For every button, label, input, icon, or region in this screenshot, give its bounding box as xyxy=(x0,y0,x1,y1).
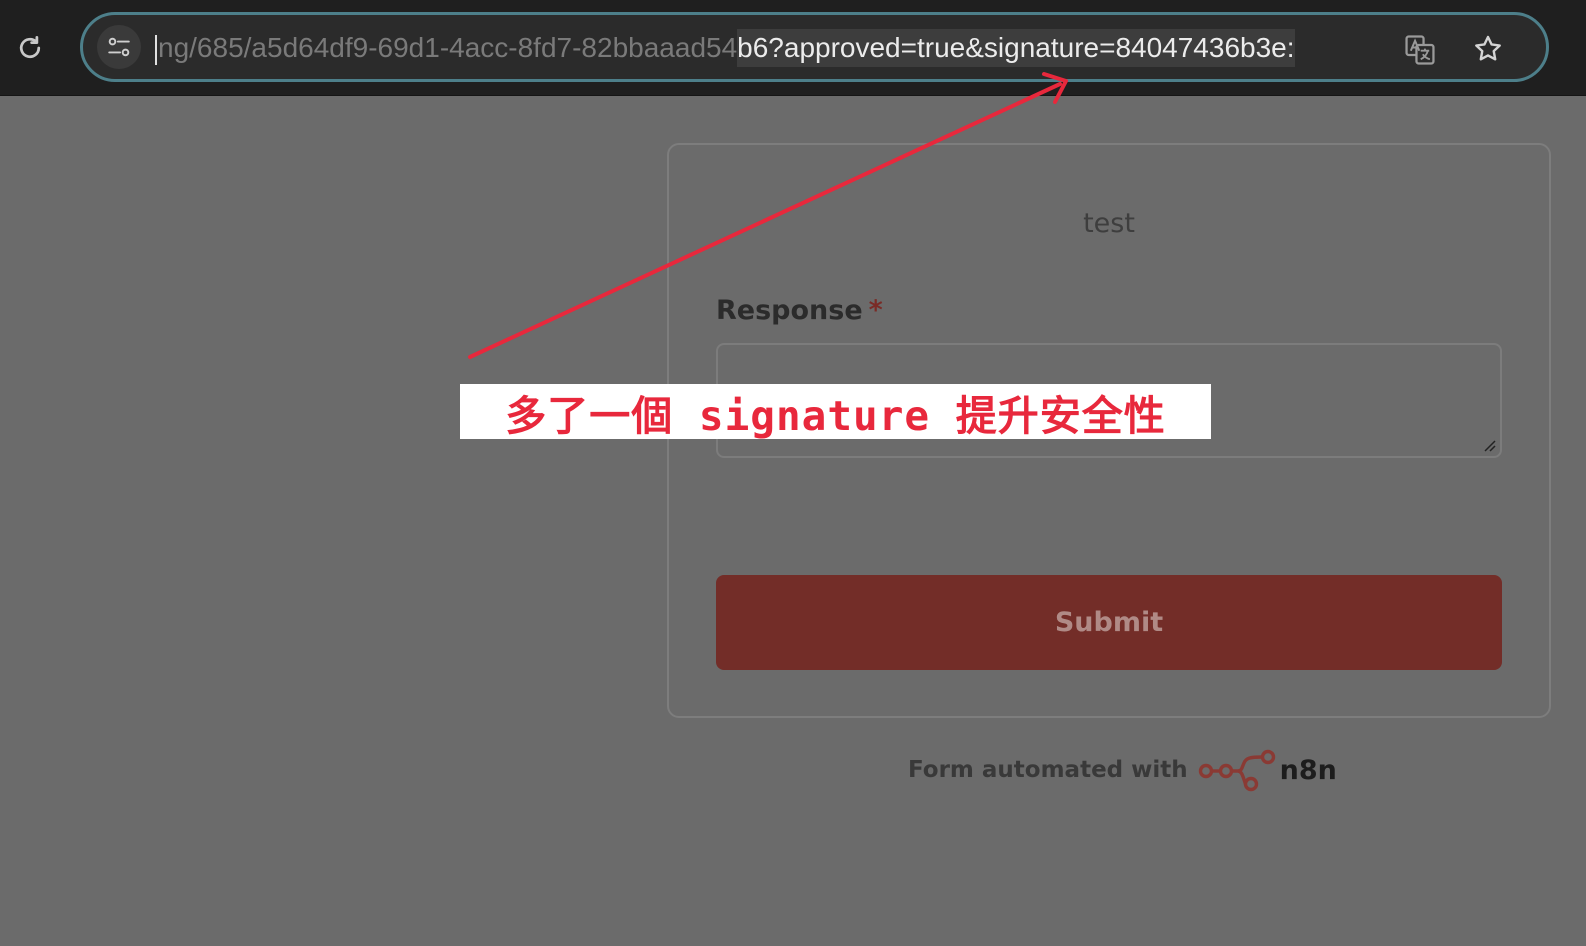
bookmark-button[interactable] xyxy=(1468,29,1508,69)
footer-text: Form automated with xyxy=(908,757,1188,783)
text-cursor xyxy=(155,34,157,65)
form-title: test xyxy=(1083,208,1135,239)
url-text[interactable]: ng/685/a5d64df9-69d1-4acc-8fd7-82bbaaad5… xyxy=(155,29,1385,67)
site-info-button[interactable] xyxy=(97,25,141,69)
translate-button[interactable] xyxy=(1401,31,1439,69)
submit-button[interactable]: Submit xyxy=(716,575,1502,670)
url-selection: b6?approved=true&signature=84047436b3e: xyxy=(737,29,1295,67)
reload-button[interactable] xyxy=(12,30,48,66)
response-label: Response * xyxy=(716,295,883,326)
url-prefix: ng/685/a5d64df9-69d1-4acc-8fd7-82bbaaad5… xyxy=(158,32,738,63)
n8n-wordmark: n8n xyxy=(1279,754,1337,786)
tune-icon xyxy=(108,37,130,57)
star-icon xyxy=(1475,35,1501,61)
translate-icon xyxy=(1405,35,1435,65)
browser-toolbar: ng/685/a5d64df9-69d1-4acc-8fd7-82bbaaad5… xyxy=(0,0,1586,96)
address-bar[interactable]: ng/685/a5d64df9-69d1-4acc-8fd7-82bbaaad5… xyxy=(80,12,1549,82)
annotation-callout: 多了一個 signature 提升安全性 xyxy=(460,384,1211,440)
form-footer: Form automated with n8n xyxy=(908,748,1337,792)
n8n-logo-icon xyxy=(1198,749,1275,792)
required-marker: * xyxy=(868,295,883,326)
response-label-text: Response xyxy=(716,295,863,326)
resize-handle-icon[interactable] xyxy=(1482,438,1496,452)
reload-icon xyxy=(19,36,41,59)
